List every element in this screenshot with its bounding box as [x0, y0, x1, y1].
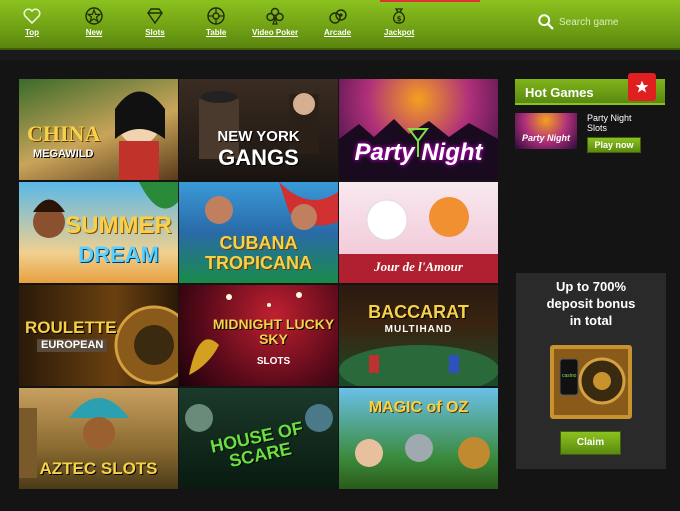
game-tile-midnight-lucky-sky[interactable]: MIDNIGHT LUCKY SKY SLOTS [179, 285, 338, 386]
game-tile-jour-de-lamour[interactable]: Jour de l'Amour [339, 182, 498, 283]
play-now-button[interactable]: Play now [587, 137, 641, 153]
game-tile-new-york-gangs[interactable]: NEW YORK GANGS [179, 79, 338, 180]
game-tile-china-megawild[interactable]: CHINA MEGAWILD [19, 79, 178, 180]
game-title: MIDNIGHT LUCKY SKY [212, 316, 335, 347]
game-title: Jour de l'Amour [374, 259, 463, 274]
nav-top-strip [380, 0, 480, 2]
promo-line-1: Up to 700% [555, 279, 627, 294]
promo-line-2: deposit bonus [546, 295, 636, 311]
game-title-row: Party Night [339, 141, 498, 165]
svg-text:$: $ [397, 15, 402, 23]
roulette-phone-art [559, 357, 626, 405]
game-subtitle: EUROPEAN [37, 339, 108, 352]
game-title: CUBANA [219, 233, 298, 253]
game-subtitle: GANGS [218, 145, 299, 170]
game-subtitle: SLOTS [256, 356, 291, 367]
game-grid: CHINA MEGAWILD NEW YORK GANGS Party Nigh… [19, 79, 499, 491]
game-tile-summer-dream[interactable]: SUMMER DREAM [19, 182, 178, 283]
game-tile-magic-of-oz[interactable]: MAGIC of OZ [339, 388, 498, 489]
hot-game-thumb-text: Party Night [521, 133, 570, 143]
club-icon [266, 7, 284, 25]
nav-top[interactable]: Top [22, 6, 42, 37]
game-tile-cubana-tropicana[interactable]: CUBANA TROPICANA [179, 182, 338, 283]
nav-new[interactable]: New [84, 6, 104, 37]
hot-games-title: Hot Games [525, 85, 594, 100]
game-subtitle: MEGAWILD [33, 148, 94, 160]
game-tile-roulette-european[interactable]: ROULETTE EUROPEAN [19, 285, 178, 386]
search-box [537, 13, 679, 31]
game-tile-aztec-slots[interactable]: AZTEC SLOTS [19, 388, 178, 489]
heart-icon [23, 8, 41, 25]
game-art [339, 345, 498, 386]
claim-button[interactable]: Claim [560, 431, 621, 455]
star-badge [628, 73, 656, 101]
promo-text: Up to 700% deposit bonus in total [516, 279, 666, 330]
nav-top-label: Top [24, 28, 40, 37]
nav-table-label: Table [206, 28, 227, 37]
nav-slots-label: Slots [145, 28, 165, 37]
nav-jackpot[interactable]: $ Jackpot [384, 6, 414, 37]
game-title: MAGIC of OZ [368, 399, 469, 416]
game-title: AZTEC SLOTS [39, 459, 158, 478]
star-icon [85, 7, 103, 25]
game-title: Party [354, 139, 415, 166]
hot-game-title: Party Night Slots [587, 113, 632, 133]
game-tile-baccarat-multihand[interactable]: BACCARAT MULTIHAND [339, 285, 498, 386]
promo-banner: Up to 700% deposit bonus in total casino… [516, 273, 666, 469]
game-title: ROULETTE [25, 318, 117, 337]
game-title: SUMMER [65, 212, 172, 239]
game-title: BACCARAT [368, 302, 469, 322]
nav-video-poker-label: Video Poker [252, 28, 299, 37]
game-subtitle: MULTIHAND [384, 324, 453, 335]
nav-table[interactable]: Table [206, 6, 226, 37]
nav-new-label: New [85, 28, 103, 37]
nav-arcade[interactable]: Arcade [324, 6, 351, 37]
game-tile-party-night[interactable]: Party Night [339, 79, 498, 180]
game-tile-house-of-scare[interactable]: HOUSE OF SCARE [179, 388, 338, 489]
promo-art: casino [550, 345, 632, 419]
nav-arcade-label: Arcade [324, 28, 352, 37]
promo-art-caption: casino [562, 373, 577, 379]
game-title: CHINA [27, 121, 101, 146]
nav-video-poker[interactable]: Video Poker [252, 6, 298, 37]
game-subtitle: TROPICANA [205, 253, 312, 273]
roulette-icon [207, 7, 225, 25]
diamond-icon [147, 8, 163, 25]
promo-line-3: in total [569, 312, 613, 328]
arcade-icon [328, 9, 347, 24]
top-navigation: Top New Slots Table Video Poker Arcade $… [0, 0, 680, 50]
star-icon [635, 80, 649, 93]
search-icon[interactable] [537, 13, 555, 31]
nav-slots[interactable]: Slots [145, 6, 165, 37]
game-subtitle: Night [421, 139, 483, 166]
nav-jackpot-label: Jackpot [384, 28, 415, 37]
game-title: NEW YORK [217, 128, 300, 145]
search-input[interactable] [559, 16, 679, 28]
hot-game-thumbnail[interactable]: Party Night [515, 113, 577, 149]
game-subtitle: DREAM [78, 242, 159, 267]
money-bag-icon: $ [393, 8, 406, 24]
